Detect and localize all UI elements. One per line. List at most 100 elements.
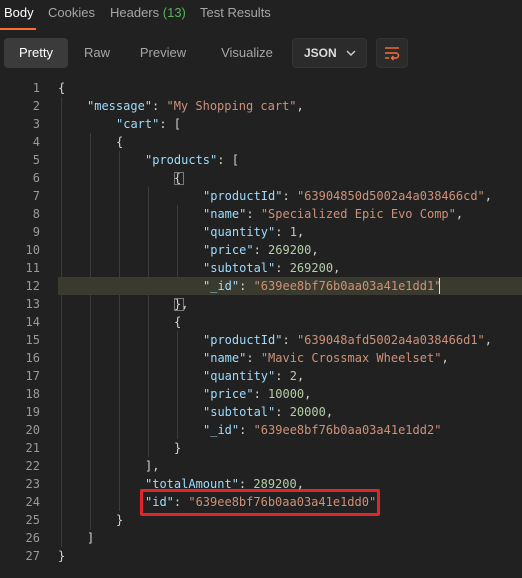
bracket-match-box bbox=[174, 298, 184, 311]
json-punctuation: : bbox=[239, 423, 254, 437]
json-number: 1 bbox=[289, 225, 297, 239]
code-content: "name": "Specialized Epic Evo Comp", bbox=[203, 205, 463, 223]
line-number: 4 bbox=[32, 135, 40, 149]
json-punctuation: , bbox=[296, 369, 305, 383]
line-number: 12 bbox=[25, 279, 40, 293]
bracket-match-box bbox=[174, 172, 184, 185]
json-string: "Mavic Crossmax Wheelset" bbox=[260, 351, 442, 365]
response-body-editor[interactable]: 1 {2 "message": "My Shopping cart", 3 "cart"… bbox=[0, 79, 522, 573]
json-number: 289200 bbox=[253, 477, 297, 491]
json-punctuation: : bbox=[253, 243, 269, 257]
code-line: 20 "_id": "639ee8bf76b0aa03a41e1dd2" bbox=[0, 421, 522, 439]
code-content: "_id": "639ee8bf76b0aa03a41e1dd2" bbox=[203, 421, 441, 439]
json-punctuation: : bbox=[275, 369, 290, 383]
json-punctuation: { bbox=[174, 315, 182, 329]
json-punctuation: : bbox=[253, 387, 269, 401]
json-punctuation: : bbox=[246, 351, 261, 365]
json-string: "639048afd5002a4a038466d1" bbox=[296, 333, 485, 347]
line-number: 16 bbox=[25, 351, 40, 365]
json-punctuation: , bbox=[304, 387, 312, 401]
tab-body[interactable]: Body bbox=[4, 5, 34, 20]
json-punctuation: : bbox=[282, 189, 297, 203]
code-line: 14 { bbox=[0, 313, 522, 331]
json-punctuation: , bbox=[325, 405, 334, 419]
line-number: 7 bbox=[32, 189, 40, 203]
code-content: } bbox=[174, 439, 181, 457]
code-content: "quantity": 2, bbox=[203, 367, 304, 385]
line-number: 11 bbox=[25, 261, 40, 275]
line-number: 2 bbox=[32, 99, 40, 113]
json-punctuation: } bbox=[116, 513, 124, 527]
json-punctuation: : bbox=[238, 477, 254, 491]
json-punctuation: : [ bbox=[159, 117, 182, 131]
code-content: "productId": "639048afd5002a4a038466d1", bbox=[203, 331, 492, 349]
response-tabs: Body Cookies Headers (13) Test Results bbox=[0, 0, 522, 30]
json-number: 2 bbox=[289, 369, 297, 383]
tab-headers[interactable]: Headers (13) bbox=[110, 5, 186, 20]
active-tab-indicator bbox=[0, 28, 36, 30]
line-number: 5 bbox=[32, 153, 40, 167]
line-number: 3 bbox=[32, 117, 40, 131]
code-content: "cart": [ bbox=[116, 115, 181, 133]
json-number: 269200 bbox=[268, 243, 312, 257]
format-select[interactable]: JSON bbox=[292, 38, 367, 68]
line-number: 9 bbox=[32, 225, 40, 239]
tab-headers-label: Headers bbox=[110, 5, 160, 20]
json-key: "message" bbox=[87, 99, 153, 113]
line-number: 23 bbox=[25, 477, 40, 491]
code-line: 12 "_id": "639ee8bf76b0aa03a41e1dd1" bbox=[0, 277, 522, 295]
json-punctuation: { bbox=[58, 81, 66, 95]
json-number: 20000 bbox=[289, 405, 326, 419]
json-punctuation: : bbox=[246, 207, 261, 221]
line-number: 22 bbox=[25, 459, 40, 473]
json-key: "productId" bbox=[203, 189, 283, 203]
response-toolbar: Pretty Raw Preview Visualize JSON bbox=[0, 36, 522, 70]
line-number: 6 bbox=[32, 171, 40, 185]
code-line: 10 "price": 269200, bbox=[0, 241, 522, 259]
line-number: 19 bbox=[25, 405, 40, 419]
json-string: "639ee8bf76b0aa03a41e1dd0" bbox=[188, 495, 377, 509]
code-line: 11 "subtotal": 269200, bbox=[0, 259, 522, 277]
code-content: "name": "Mavic Crossmax Wheelset", bbox=[203, 349, 449, 367]
json-key: "totalAmount" bbox=[145, 477, 239, 491]
json-key: "cart" bbox=[116, 117, 160, 131]
json-key: "_id" bbox=[203, 423, 240, 437]
tab-cookies[interactable]: Cookies bbox=[48, 5, 95, 20]
code-line: 21} bbox=[0, 439, 522, 457]
json-key: "id" bbox=[145, 495, 174, 509]
code-content: "price": 10000, bbox=[203, 385, 311, 403]
wrap-lines-button[interactable] bbox=[376, 38, 408, 68]
wrap-lines-icon bbox=[385, 47, 400, 61]
json-number: 269200 bbox=[289, 261, 334, 275]
json-key: "price" bbox=[203, 387, 254, 401]
code-line: 8 "name": "Specialized Epic Evo Comp", bbox=[0, 205, 522, 223]
code-line: 23 "totalAmount": 289200, bbox=[0, 475, 522, 493]
code-content: "price": 269200, bbox=[203, 241, 319, 259]
code-content: ], bbox=[145, 457, 159, 475]
json-key: "name" bbox=[203, 207, 247, 221]
json-key: "quantity" bbox=[203, 225, 276, 239]
code-line: 27} bbox=[0, 547, 522, 565]
json-key: "products" bbox=[145, 153, 218, 167]
json-key: "productId" bbox=[203, 333, 283, 347]
json-string: "639ee8bf76b0aa03a41e1dd2" bbox=[253, 423, 442, 437]
json-punctuation: , bbox=[455, 207, 464, 221]
json-punctuation: } bbox=[58, 549, 66, 563]
view-visualize-button[interactable]: Visualize bbox=[212, 38, 282, 68]
line-number: 20 bbox=[25, 423, 40, 437]
json-punctuation: : bbox=[282, 333, 297, 347]
code-line: 16 "name": "Mavic Crossmax Wheelset", bbox=[0, 349, 522, 367]
tab-test-results[interactable]: Test Results bbox=[200, 5, 271, 20]
code-line: 24 "id": "639ee8bf76b0aa03a41e1dd0" bbox=[0, 493, 522, 511]
view-pretty-button[interactable]: Pretty bbox=[4, 38, 68, 68]
line-number: 14 bbox=[25, 315, 40, 329]
code-content: "message": "My Shopping cart", bbox=[87, 97, 304, 115]
code-content: "subtotal": 20000, bbox=[203, 403, 333, 421]
json-punctuation: : bbox=[173, 495, 189, 509]
view-preview-button[interactable]: Preview bbox=[130, 38, 196, 68]
json-string: "639ee8bf76b0aa03a41e1dd1" bbox=[253, 279, 442, 293]
json-punctuation: ], bbox=[145, 459, 160, 473]
view-raw-button[interactable]: Raw bbox=[74, 38, 120, 68]
code-content: "products": [ bbox=[145, 151, 239, 169]
code-content: "subtotal": 269200, bbox=[203, 259, 340, 277]
